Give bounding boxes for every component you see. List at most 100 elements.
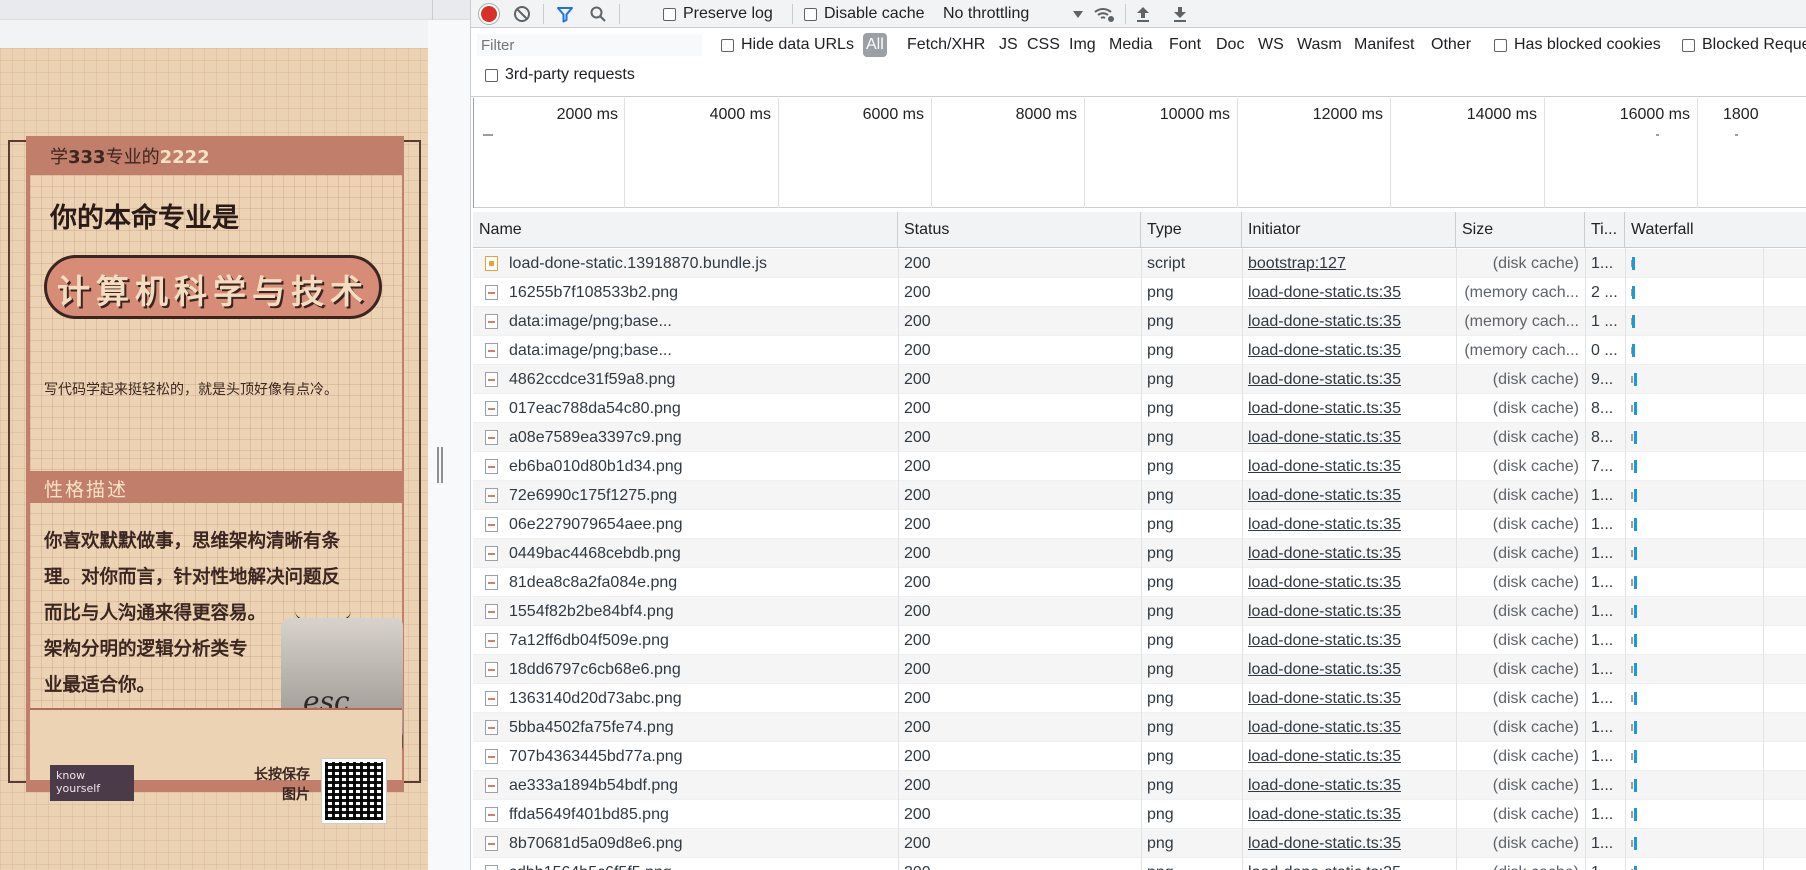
request-initiator-link[interactable]: load-done-static.ts:35: [1242, 742, 1456, 771]
request-name: cdbb1564b5c6f5f5.png: [503, 858, 898, 870]
type-filter-css[interactable]: CSS: [1027, 33, 1060, 57]
request-type: png: [1147, 545, 1174, 562]
request-status: 200: [904, 487, 931, 504]
table-row[interactable]: 18dd6797c6cb68e6.png 200 png load-done-stat…: [473, 655, 1806, 684]
type-filter-js[interactable]: JS: [999, 33, 1018, 57]
image-file-icon: [485, 604, 498, 619]
column-header-type[interactable]: Type: [1141, 212, 1242, 248]
request-initiator-link[interactable]: load-done-static.ts:35: [1242, 829, 1456, 858]
table-row[interactable]: 0449bac4468cebdb.png 200 png load-done-stat…: [473, 539, 1806, 568]
request-status: 200: [904, 806, 931, 823]
clear-button[interactable]: [510, 2, 534, 26]
request-status: 200: [904, 284, 931, 301]
table-row[interactable]: 1363140d20d73abc.png 200 png load-done-stat…: [473, 684, 1806, 713]
table-row[interactable]: eb6ba010d80b1d34.png 200 png load-done-stat…: [473, 452, 1806, 481]
table-row[interactable]: load-done-static.13918870.bundle.js 200 sc…: [473, 249, 1806, 278]
table-row[interactable]: 017eac788da54c80.png 200 png load-done-stat…: [473, 394, 1806, 423]
type-filter-img[interactable]: Img: [1069, 33, 1096, 57]
export-har-button[interactable]: [1168, 2, 1192, 26]
type-filter-media[interactable]: Media: [1109, 33, 1153, 57]
type-filter-ws[interactable]: WS: [1258, 33, 1284, 57]
request-initiator-link[interactable]: load-done-static.ts:35: [1242, 539, 1456, 568]
column-header-time[interactable]: Ti...: [1585, 212, 1625, 248]
poster-major: 计算机科学与技术: [57, 272, 369, 311]
table-row[interactable]: data:image/png;base... 200 png load-done-st…: [473, 336, 1806, 365]
request-initiator-link[interactable]: load-done-static.ts:35: [1242, 597, 1456, 626]
filter-toggle-button[interactable]: [553, 2, 577, 26]
column-header-initiator[interactable]: Initiator: [1242, 212, 1456, 248]
request-time: 8...: [1591, 429, 1614, 446]
requests-table: Name Status Type Initiator Size Ti... Wa…: [473, 212, 1806, 870]
table-row[interactable]: 5bba4502fa75fe74.png 200 png load-done-stat…: [473, 713, 1806, 742]
request-initiator-link[interactable]: load-done-static.ts:35: [1242, 394, 1456, 423]
download-icon: [1174, 7, 1186, 22]
table-row[interactable]: 707b4363445bd77a.png 200 png load-done-stat…: [473, 742, 1806, 771]
table-row[interactable]: data:image/png;base... 200 png load-done-st…: [473, 307, 1806, 336]
type-filter-doc[interactable]: Doc: [1216, 33, 1244, 57]
image-file-icon: [485, 401, 498, 416]
column-header-name[interactable]: Name: [473, 212, 898, 248]
has-blocked-cookies-checkbox[interactable]: Has blocked cookies: [1494, 33, 1661, 57]
filter-input[interactable]: [477, 34, 702, 56]
table-row[interactable]: a08e7589ea3397c9.png 200 png load-done-stat…: [473, 423, 1806, 452]
disable-cache-checkbox[interactable]: Disable cache: [804, 2, 925, 26]
blocked-requests-label: Blocked Reque: [1702, 36, 1806, 53]
type-filter-font[interactable]: Font: [1169, 33, 1201, 57]
type-filter-manifest[interactable]: Manifest: [1354, 33, 1414, 57]
request-initiator-link[interactable]: load-done-static.ts:35: [1242, 771, 1456, 800]
type-filter-all[interactable]: All: [863, 33, 887, 57]
import-har-button[interactable]: [1131, 2, 1155, 26]
request-initiator-link[interactable]: load-done-static.ts:35: [1242, 626, 1456, 655]
type-filter-wasm[interactable]: Wasm: [1297, 33, 1342, 57]
table-row[interactable]: ffda5649f401bd85.png 200 png load-done-stat…: [473, 800, 1806, 829]
hide-data-urls-checkbox[interactable]: Hide data URLs: [721, 33, 854, 57]
waterfall-bar: [1634, 576, 1637, 589]
type-filter-fetch-xhr[interactable]: Fetch/XHR: [907, 33, 985, 57]
preserve-log-checkbox[interactable]: Preserve log: [663, 2, 773, 26]
request-initiator-link[interactable]: load-done-static.ts:35: [1242, 655, 1456, 684]
request-initiator-link[interactable]: load-done-static.ts:35: [1242, 336, 1456, 365]
table-row[interactable]: 06e2279079654aee.png 200 png load-done-stat…: [473, 510, 1806, 539]
network-overview-timeline[interactable]: 2000 ms 4000 ms 6000 ms 8000 ms 10000 ms…: [473, 98, 1806, 208]
request-initiator-link[interactable]: bootstrap:127: [1242, 249, 1456, 278]
blocked-requests-checkbox[interactable]: Blocked Reque: [1682, 33, 1806, 57]
request-initiator-link[interactable]: load-done-static.ts:35: [1242, 365, 1456, 394]
column-header-status[interactable]: Status: [898, 212, 1141, 248]
third-party-requests-checkbox[interactable]: 3rd-party requests: [485, 63, 635, 87]
column-header-waterfall[interactable]: Waterfall: [1625, 212, 1806, 248]
table-row[interactable]: 7a12ff6db04f509e.png 200 png load-done-stat…: [473, 626, 1806, 655]
request-initiator-link[interactable]: load-done-static.ts:35: [1242, 423, 1456, 452]
request-type: png: [1147, 487, 1174, 504]
request-initiator-link[interactable]: load-done-static.ts:35: [1242, 858, 1456, 870]
request-initiator-link[interactable]: load-done-static.ts:35: [1242, 684, 1456, 713]
table-row[interactable]: 16255b7f108533b2.png 200 png load-done-stat…: [473, 278, 1806, 307]
table-row[interactable]: 81dea8c8a2fa084e.png 200 png load-done-stat…: [473, 568, 1806, 597]
type-filter-other[interactable]: Other: [1431, 33, 1471, 57]
column-header-size[interactable]: Size: [1456, 212, 1585, 248]
request-size: (memory cach...: [1464, 313, 1579, 330]
request-initiator-link[interactable]: load-done-static.ts:35: [1242, 481, 1456, 510]
request-initiator-link[interactable]: load-done-static.ts:35: [1242, 452, 1456, 481]
table-row[interactable]: 8b70681d5a09d8e6.png 200 png load-done-stat…: [473, 829, 1806, 858]
table-row[interactable]: 1554f82b2be84bf4.png 200 png load-done-stat…: [473, 597, 1806, 626]
throttling-select[interactable]: No throttling: [943, 2, 1084, 26]
record-button[interactable]: [477, 2, 501, 26]
network-conditions-button[interactable]: [1092, 2, 1116, 26]
table-row[interactable]: 4862ccdce31f59a8.png 200 png load-done-stat…: [473, 365, 1806, 394]
table-row[interactable]: ae333a1894b54bdf.png 200 png load-done-stat…: [473, 771, 1806, 800]
request-size: (disk cache): [1492, 748, 1579, 765]
request-initiator-link[interactable]: load-done-static.ts:35: [1242, 568, 1456, 597]
request-time: 1...: [1591, 777, 1614, 794]
table-row[interactable]: cdbb1564b5c6f5f5.png200pngload-done-stat…: [473, 858, 1806, 870]
search-button[interactable]: [586, 2, 610, 26]
request-time: 1 ...: [1591, 313, 1618, 330]
request-type: png: [1147, 313, 1174, 330]
request-initiator-link[interactable]: load-done-static.ts:35: [1242, 713, 1456, 742]
timeline-tick-label: 14000 ms: [1466, 106, 1537, 123]
panel-resize-handle[interactable]: [437, 447, 443, 483]
request-initiator-link[interactable]: load-done-static.ts:35: [1242, 800, 1456, 829]
table-row[interactable]: 72e6990c175f1275.png 200 png load-done-stat…: [473, 481, 1806, 510]
request-initiator-link[interactable]: load-done-static.ts:35: [1242, 510, 1456, 539]
request-initiator-link[interactable]: load-done-static.ts:35: [1242, 278, 1456, 307]
request-initiator-link[interactable]: load-done-static.ts:35: [1242, 307, 1456, 336]
